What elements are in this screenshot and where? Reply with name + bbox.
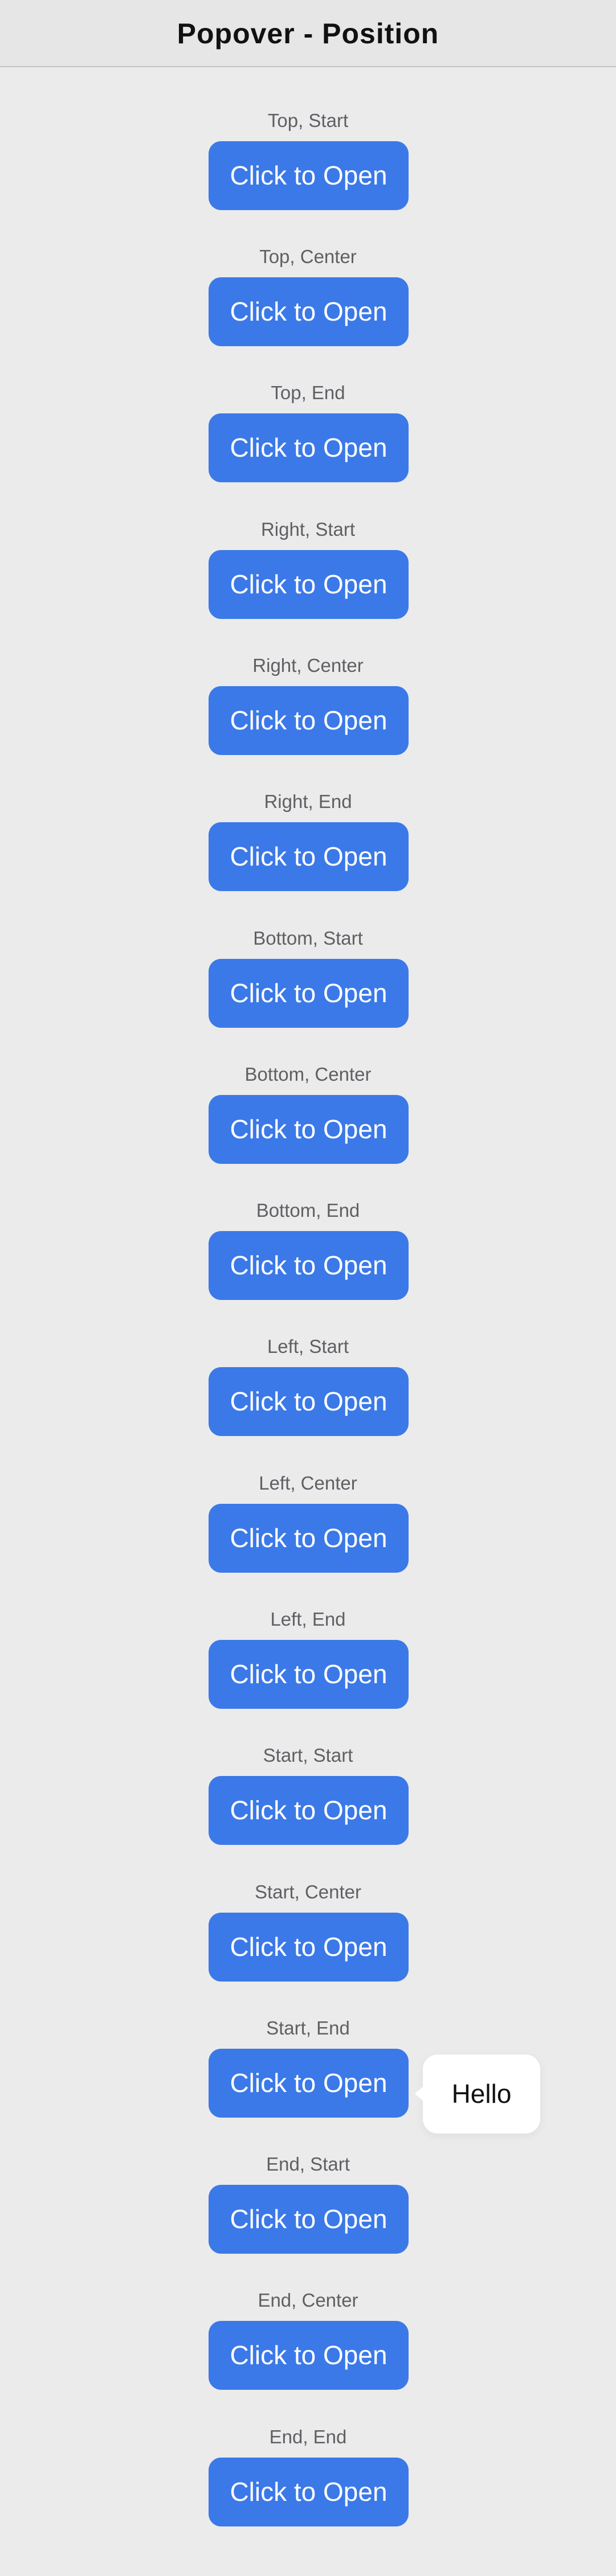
section-label: End, End (269, 2426, 347, 2447)
open-popover-button[interactable]: Click to Open (209, 1640, 409, 1709)
position-section-bottom-center: Bottom, Center Click to Open (0, 1061, 616, 1197)
open-popover-button[interactable]: Click to Open (209, 550, 409, 619)
open-popover-button[interactable]: Click to Open (209, 2458, 409, 2526)
section-label: Right, Start (260, 519, 356, 540)
open-popover-button[interactable]: Click to Open (209, 277, 409, 346)
section-label: Bottom, Start (253, 928, 363, 949)
open-popover-button[interactable]: Click to Open (209, 822, 409, 891)
open-popover-button[interactable]: Click to Open (209, 1095, 409, 1164)
section-label: Right, Center (252, 655, 364, 676)
section-label: Left, End (270, 1609, 346, 1630)
position-section-top-start: Top, Start Click to Open (0, 107, 616, 243)
page-title: Popover - Position (177, 18, 439, 50)
open-popover-button[interactable]: Click to Open (209, 1913, 409, 1982)
section-label: Right, End (264, 791, 352, 812)
position-section-left-center: Left, Center Click to Open (0, 1470, 616, 1606)
position-section-end-end: End, End Click to Open (0, 2423, 616, 2559)
section-label: Bottom, Center (244, 1064, 372, 1085)
header-bar: Popover - Position (0, 0, 616, 67)
open-popover-button[interactable]: Click to Open (209, 1504, 409, 1573)
section-label: Bottom, End (256, 1200, 360, 1221)
open-popover-button[interactable]: Click to Open (209, 413, 409, 482)
position-section-right-start: Right, Start Click to Open (0, 516, 616, 652)
section-label: Start, Start (263, 1745, 353, 1766)
position-section-start-start: Start, Start Click to Open (0, 1742, 616, 1878)
open-popover-button[interactable]: Click to Open (209, 686, 409, 755)
position-section-right-center: Right, Center Click to Open (0, 652, 616, 788)
position-section-end-center: End, Center Click to Open (0, 2287, 616, 2423)
open-popover-button[interactable]: Click to Open (209, 1231, 409, 1300)
open-popover-button[interactable]: Click to Open (209, 1776, 409, 1845)
section-label: Start, End (266, 2017, 350, 2038)
section-label: Top, End (271, 382, 345, 403)
open-popover-button[interactable]: Click to Open (209, 2321, 409, 2390)
section-label: Start, Center (254, 1881, 362, 1902)
section-label: End, Start (266, 2153, 350, 2175)
position-section-left-start: Left, Start Click to Open (0, 1333, 616, 1469)
position-section-top-end: Top, End Click to Open (0, 379, 616, 515)
position-section-left-end: Left, End Click to Open (0, 1606, 616, 1742)
position-section-bottom-end: Bottom, End Click to Open (0, 1197, 616, 1333)
popover-content: Hello (451, 2079, 512, 2109)
position-section-right-end: Right, End Click to Open (0, 788, 616, 924)
open-popover-button[interactable]: Click to Open (209, 1367, 409, 1436)
position-section-bottom-start: Bottom, Start Click to Open (0, 925, 616, 1061)
open-popover-button[interactable]: Click to Open (209, 2049, 409, 2118)
section-label: Left, Start (267, 1336, 349, 1357)
section-label: Top, Center (259, 246, 357, 267)
position-section-start-center: Start, Center Click to Open (0, 1878, 616, 2015)
open-popover-button[interactable]: Click to Open (209, 2185, 409, 2254)
open-popover-button[interactable]: Click to Open (209, 959, 409, 1028)
open-popover-button[interactable]: Click to Open (209, 141, 409, 210)
popover: Hello (415, 2054, 540, 2134)
section-label: End, Center (258, 2290, 358, 2311)
section-label: Left, Center (259, 1472, 357, 1494)
position-section-top-center: Top, Center Click to Open (0, 243, 616, 379)
position-section-end-start: End, Start Click to Open (0, 2151, 616, 2287)
section-label: Top, Start (267, 110, 349, 131)
